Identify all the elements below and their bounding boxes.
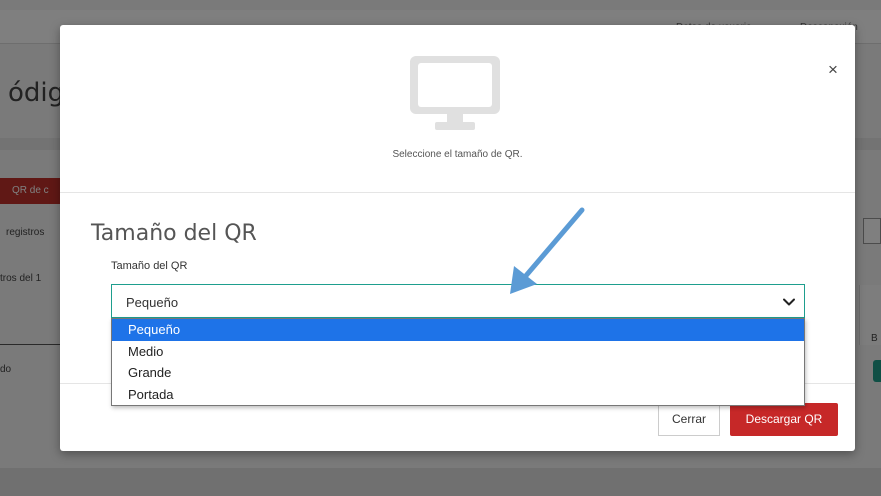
qr-size-select[interactable]: Pequeño <box>111 284 805 318</box>
backdrop-bottom-strip <box>0 468 881 496</box>
select-current-value: Pequeño <box>126 295 179 310</box>
qr-size-dropdown-list: Pequeño Medio Grande Portada <box>111 318 805 406</box>
option-pequeno[interactable]: Pequeño <box>112 319 804 341</box>
close-icon[interactable]: × <box>822 59 844 81</box>
option-medio[interactable]: Medio <box>112 341 804 363</box>
close-button[interactable]: Cerrar <box>658 403 720 436</box>
header-caption: Seleccione el tamaño de QR. <box>392 149 523 160</box>
section-title: Tamaño del QR <box>91 221 257 246</box>
chevron-down-icon <box>783 298 795 306</box>
option-portada[interactable]: Portada <box>112 384 804 406</box>
option-grande[interactable]: Grande <box>112 362 804 384</box>
download-qr-button[interactable]: Descargar QR <box>730 403 838 436</box>
monitor-icon <box>410 56 500 130</box>
qr-size-field-label: Tamaño del QR <box>111 260 188 272</box>
modal-header: Seleccione el tamaño de QR. × <box>60 25 855 193</box>
